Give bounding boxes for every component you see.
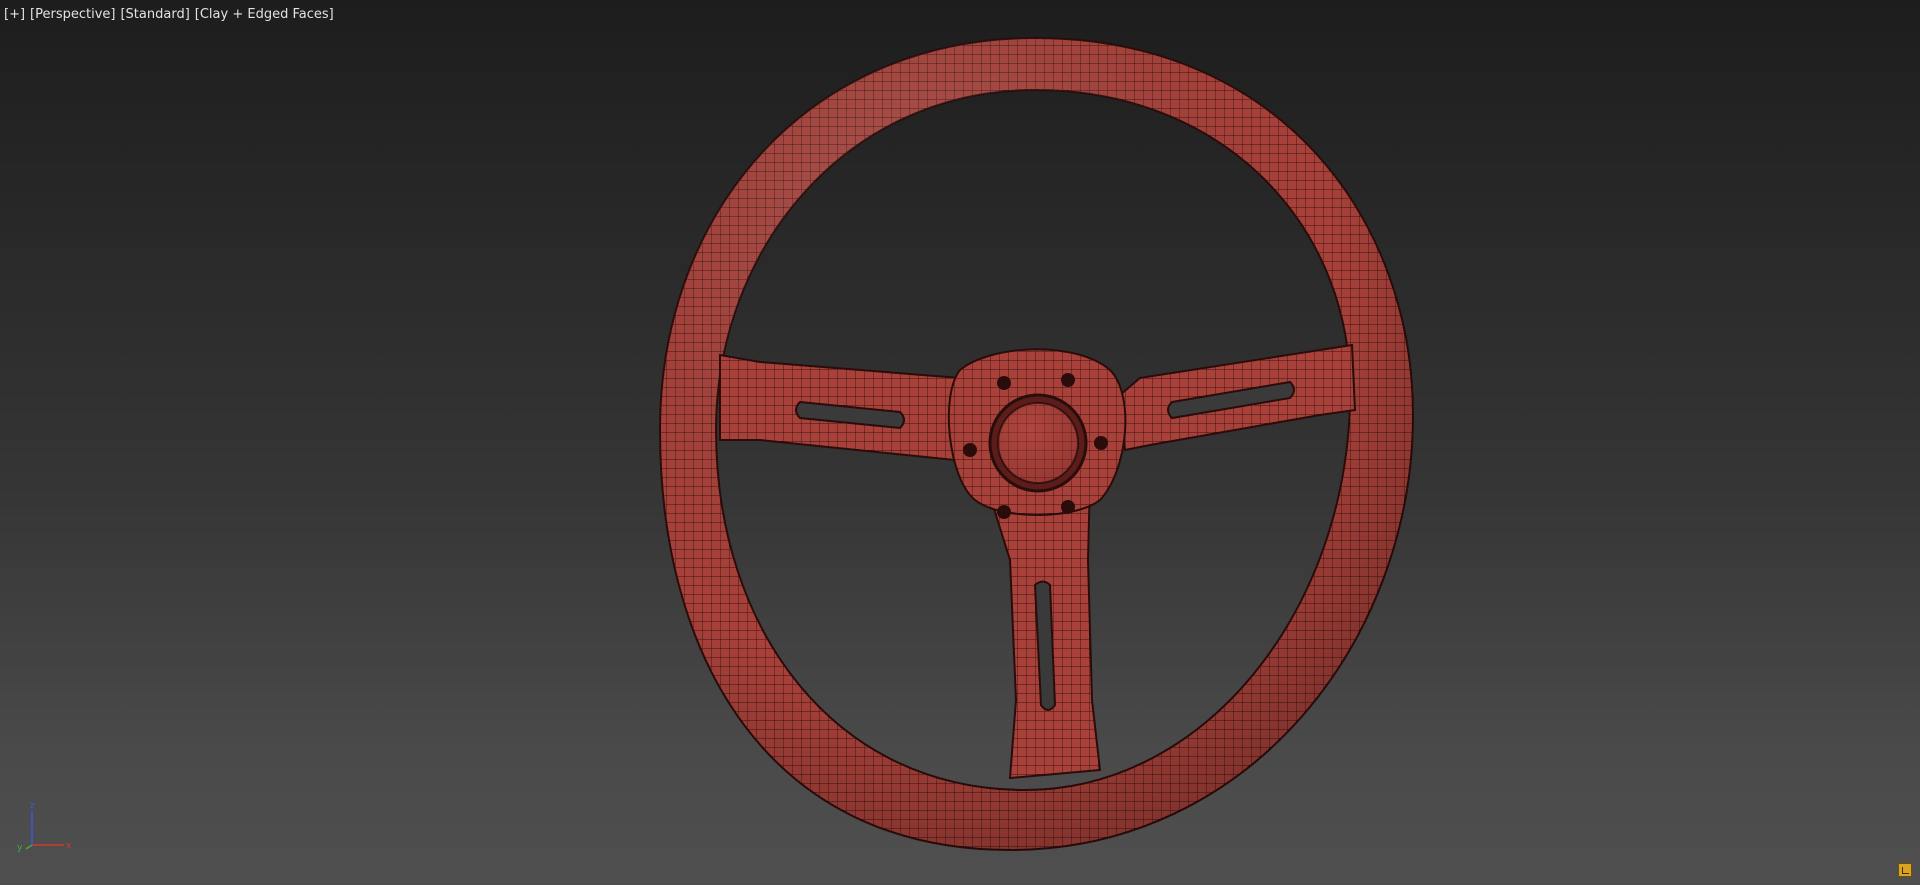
axis-tripod-gizmo: x y z [17, 801, 72, 853]
hub-bolt [1094, 436, 1108, 450]
y-axis-line [25, 844, 33, 850]
horn-button-shading [998, 403, 1078, 483]
viewport-scene[interactable] [0, 0, 1920, 885]
hub-bolt [997, 376, 1011, 390]
hub-bolt [1061, 500, 1075, 514]
steering-wheel-model[interactable] [658, 36, 1415, 852]
hub-bolt [963, 443, 977, 457]
viewport-layout-icon[interactable] [1898, 863, 1912, 877]
z-axis-label: z [30, 801, 35, 811]
y-axis-label: y [17, 843, 23, 853]
hub-bolt [997, 505, 1011, 519]
3d-viewport[interactable]: [+] [Perspective] [Standard] [Clay + Edg… [0, 0, 1920, 885]
x-axis-label: x [66, 841, 72, 851]
hub-bolt [1061, 373, 1075, 387]
